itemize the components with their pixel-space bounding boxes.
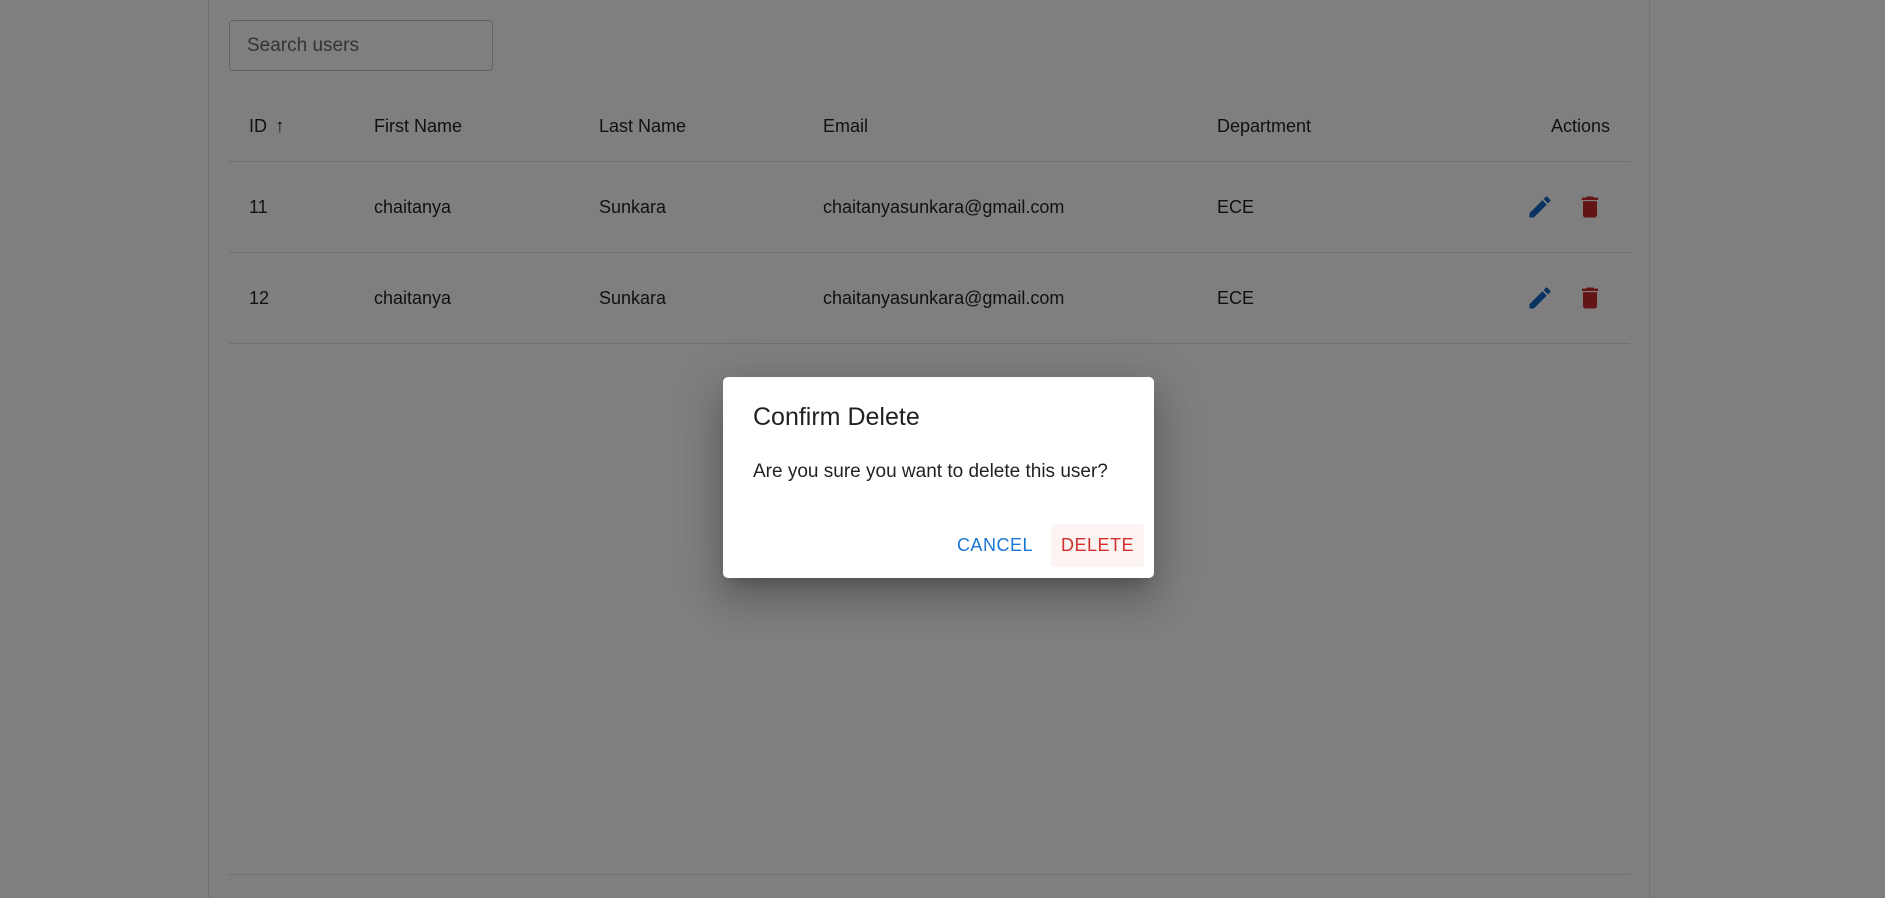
dialog-message: Are you sure you want to delete this use… [753, 461, 1108, 482]
cancel-button[interactable]: CANCEL [947, 524, 1043, 567]
confirm-delete-button[interactable]: DELETE [1050, 524, 1144, 567]
confirm-delete-dialog: Confirm Delete Are you sure you want to … [723, 377, 1154, 578]
dialog-actions: CANCEL DELETE [947, 524, 1144, 567]
dialog-title: Confirm Delete [753, 403, 920, 431]
